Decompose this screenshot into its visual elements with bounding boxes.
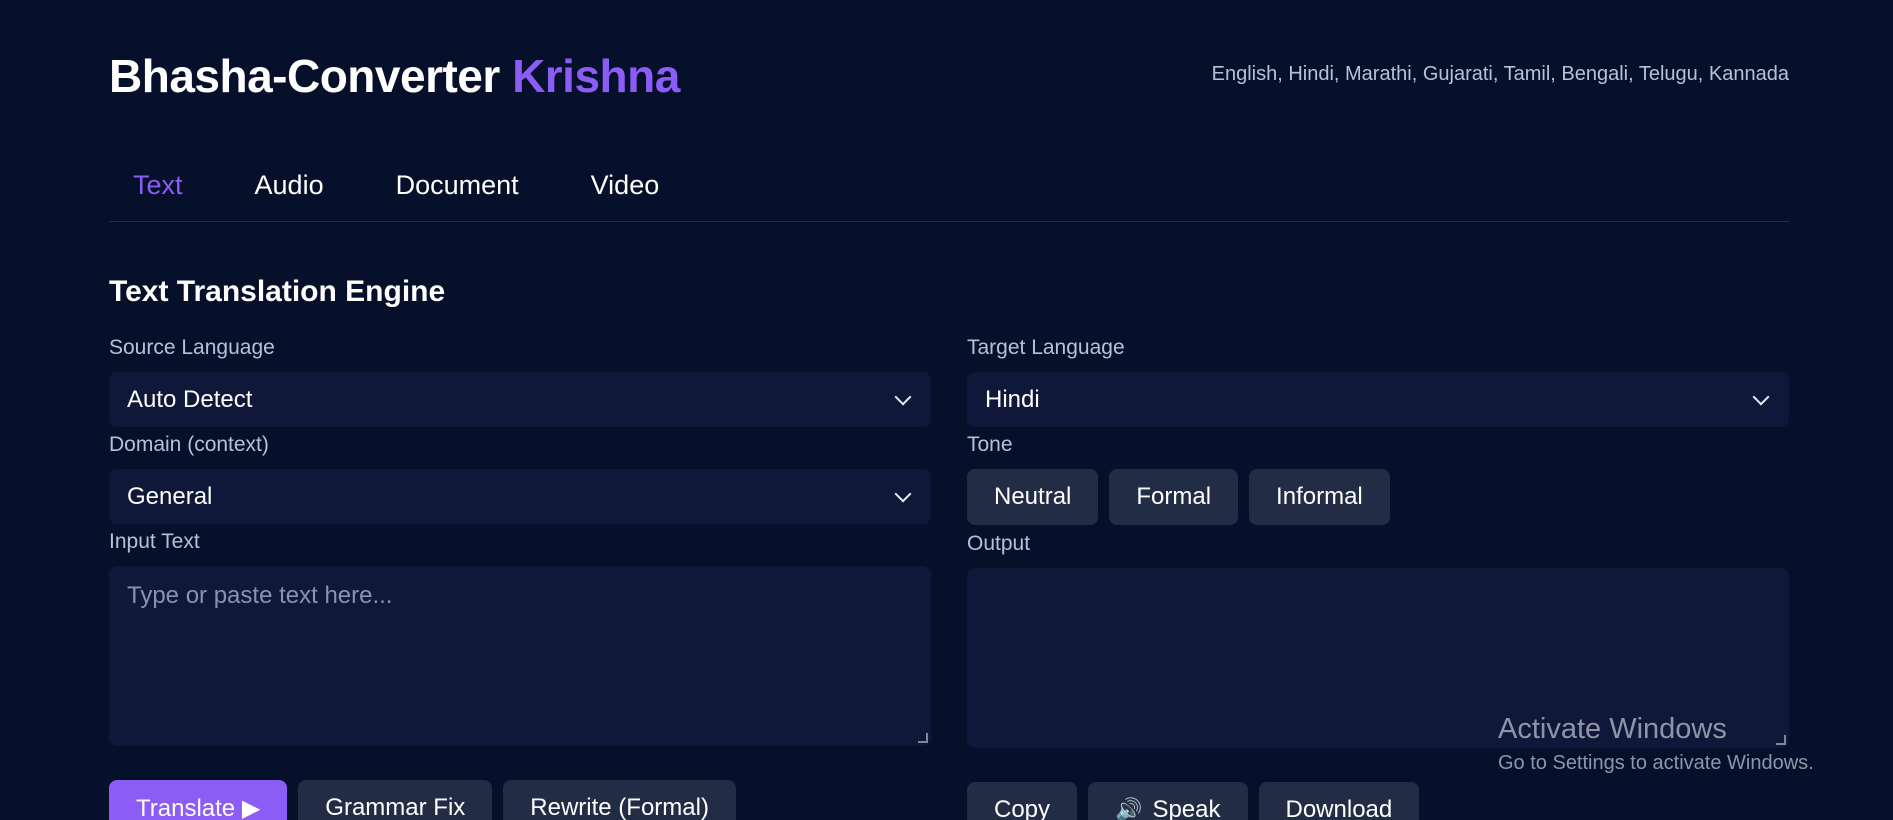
tone-informal-button[interactable]: Informal (1249, 469, 1390, 525)
app-root: Bhasha-Converter Krishna English, Hindi,… (0, 0, 1893, 820)
input-actions: Translate ▶ Grammar Fix Rewrite (Formal) (109, 780, 736, 820)
tone-label: Tone (967, 433, 1013, 456)
app-title: Bhasha-Converter Krishna (109, 49, 680, 103)
tabs-divider (109, 221, 1789, 222)
output-label: Output (967, 532, 1031, 555)
tab-audio[interactable]: Audio (231, 165, 348, 205)
target-language-label: Target Language (967, 336, 1125, 359)
brand-accent: Krishna (512, 50, 680, 102)
grammar-fix-button[interactable]: Grammar Fix (298, 780, 493, 820)
supported-languages: English, Hindi, Marathi, Gujarati, Tamil… (1211, 63, 1789, 85)
section-title: Text Translation Engine (109, 275, 446, 308)
speak-label: Speak (1152, 796, 1221, 820)
tone-formal-button[interactable]: Formal (1109, 469, 1239, 525)
target-language-value: Hindi (985, 385, 1040, 413)
chevron-down-icon (894, 485, 912, 502)
translate-button[interactable]: Translate ▶ (109, 780, 288, 820)
target-language-select[interactable]: Hindi (967, 372, 1789, 427)
rewrite-formal-button[interactable]: Rewrite (Formal) (503, 780, 736, 820)
input-text-area[interactable] (109, 566, 931, 746)
brand-main: Bhasha-Converter (109, 50, 500, 102)
domain-select[interactable]: General (109, 469, 931, 524)
chevron-down-icon (894, 388, 912, 405)
input-resize-handle[interactable] (918, 733, 928, 743)
tone-neutral-button[interactable]: Neutral (967, 469, 1099, 525)
download-button[interactable]: Download (1258, 782, 1420, 820)
input-text-label: Input Text (109, 530, 200, 553)
speak-button[interactable]: 🔊 Speak (1088, 782, 1248, 820)
tab-document[interactable]: Document (372, 165, 543, 205)
source-language-value: Auto Detect (127, 385, 253, 413)
watermark-subtitle: Go to Settings to activate Windows. (1498, 752, 1814, 774)
mode-tabs: Text Audio Document Video (109, 165, 683, 205)
tab-text[interactable]: Text (109, 165, 207, 205)
watermark-title: Activate Windows (1498, 713, 1727, 745)
domain-value: General (127, 482, 213, 510)
windows-activation-watermark: Activate Windows Go to Settings to activ… (1498, 713, 1814, 775)
source-language-select[interactable]: Auto Detect (109, 372, 931, 427)
speaker-icon: 🔊 (1115, 797, 1143, 820)
tone-options: Neutral Formal Informal (967, 469, 1390, 525)
copy-button[interactable]: Copy (967, 782, 1078, 820)
source-language-label: Source Language (109, 336, 275, 359)
output-actions: Copy 🔊 Speak Download (967, 782, 1420, 820)
tab-video[interactable]: Video (567, 165, 684, 205)
domain-label: Domain (context) (109, 433, 269, 456)
chevron-down-icon (1752, 388, 1770, 405)
